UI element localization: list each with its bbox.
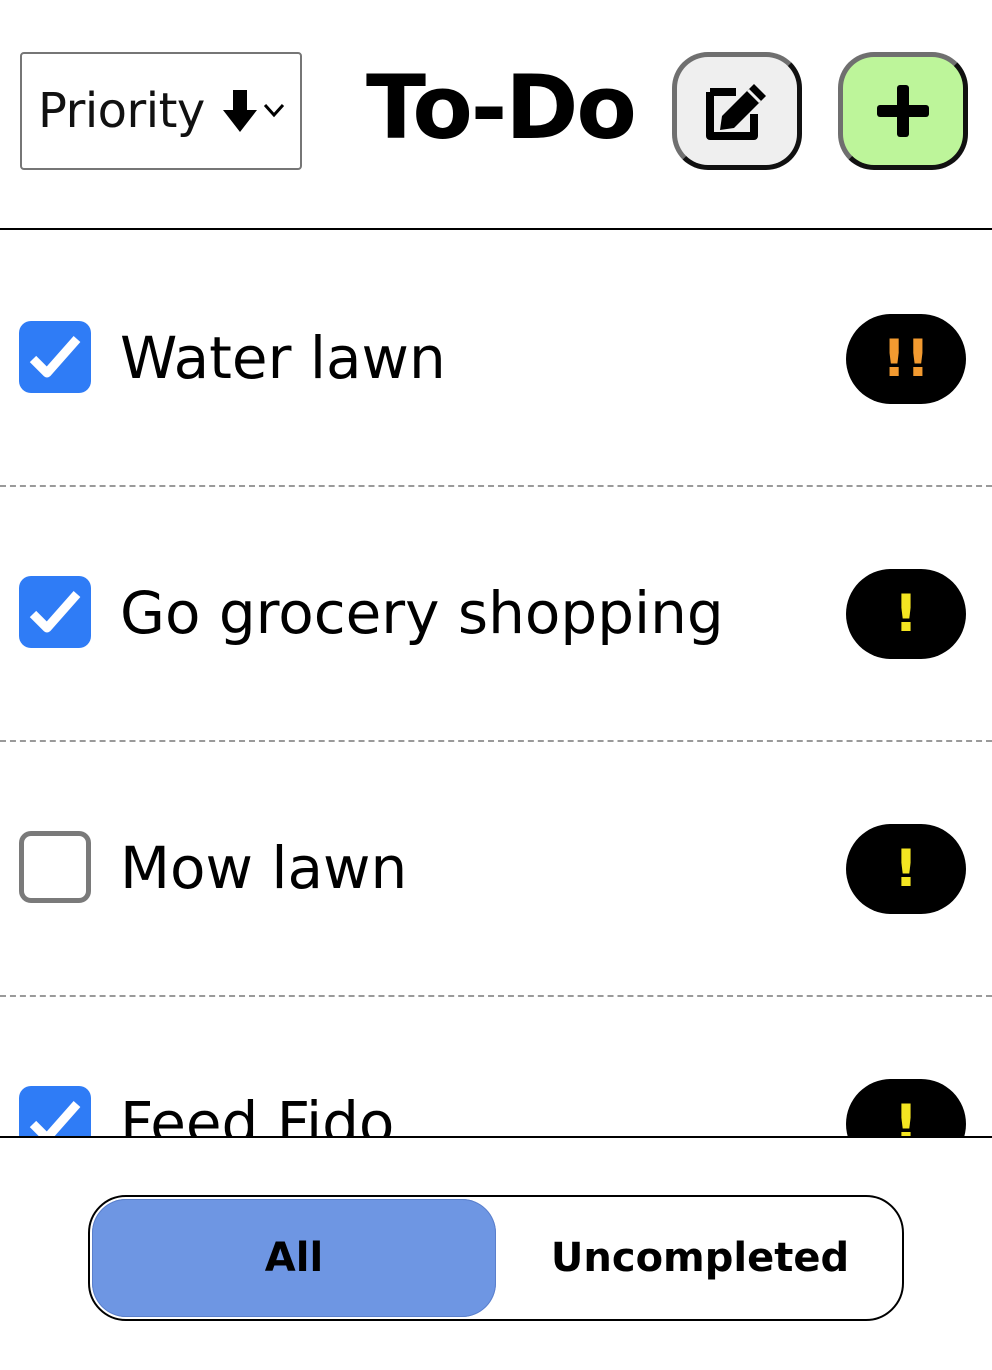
task-checkbox[interactable]: [19, 831, 91, 903]
priority-label: !: [894, 584, 918, 644]
priority-badge[interactable]: !: [846, 824, 966, 914]
page-title: To-Do: [366, 56, 637, 159]
plus-icon: [877, 85, 929, 137]
task-text[interactable]: Go grocery shopping: [120, 583, 724, 643]
footer: All Uncompleted: [0, 1136, 992, 1370]
filter-all-button[interactable]: All: [92, 1199, 496, 1317]
task-checkbox[interactable]: [19, 1086, 91, 1138]
priority-badge[interactable]: !!: [846, 314, 966, 404]
sort-select[interactable]: Priority: [20, 52, 302, 170]
list-item: Water lawn !!: [0, 232, 992, 487]
priority-label: !!: [882, 329, 930, 389]
task-checkbox[interactable]: [19, 576, 91, 648]
arrow-down-icon: [222, 90, 257, 132]
task-checkbox[interactable]: [19, 321, 91, 393]
task-text[interactable]: Water lawn: [120, 328, 446, 388]
filter-segmented-control: All Uncompleted: [88, 1195, 904, 1321]
priority-badge[interactable]: !: [846, 569, 966, 659]
checkmark-icon: [29, 1101, 81, 1138]
header: Priority To-Do: [0, 0, 992, 230]
priority-label: !: [894, 1094, 918, 1138]
priority-badge[interactable]: !: [846, 1079, 966, 1138]
edit-icon: [706, 84, 766, 140]
chevron-down-icon: [263, 103, 285, 118]
sort-label: Priority: [38, 83, 205, 139]
list-item: Go grocery shopping !: [0, 487, 992, 742]
list-item: Mow lawn !: [0, 742, 992, 997]
filter-uncompleted-button[interactable]: Uncompleted: [498, 1197, 902, 1319]
list-item: Feed Fido !: [0, 997, 992, 1138]
task-text[interactable]: Feed Fido: [120, 1093, 394, 1138]
priority-label: !: [894, 839, 918, 899]
task-text[interactable]: Mow lawn: [120, 838, 407, 898]
edit-button[interactable]: [672, 52, 802, 170]
checkmark-icon: [29, 336, 81, 378]
task-list: Water lawn !! Go grocery shopping ! Mow …: [0, 232, 992, 1138]
checkmark-icon: [29, 591, 81, 633]
add-button[interactable]: [838, 52, 968, 170]
